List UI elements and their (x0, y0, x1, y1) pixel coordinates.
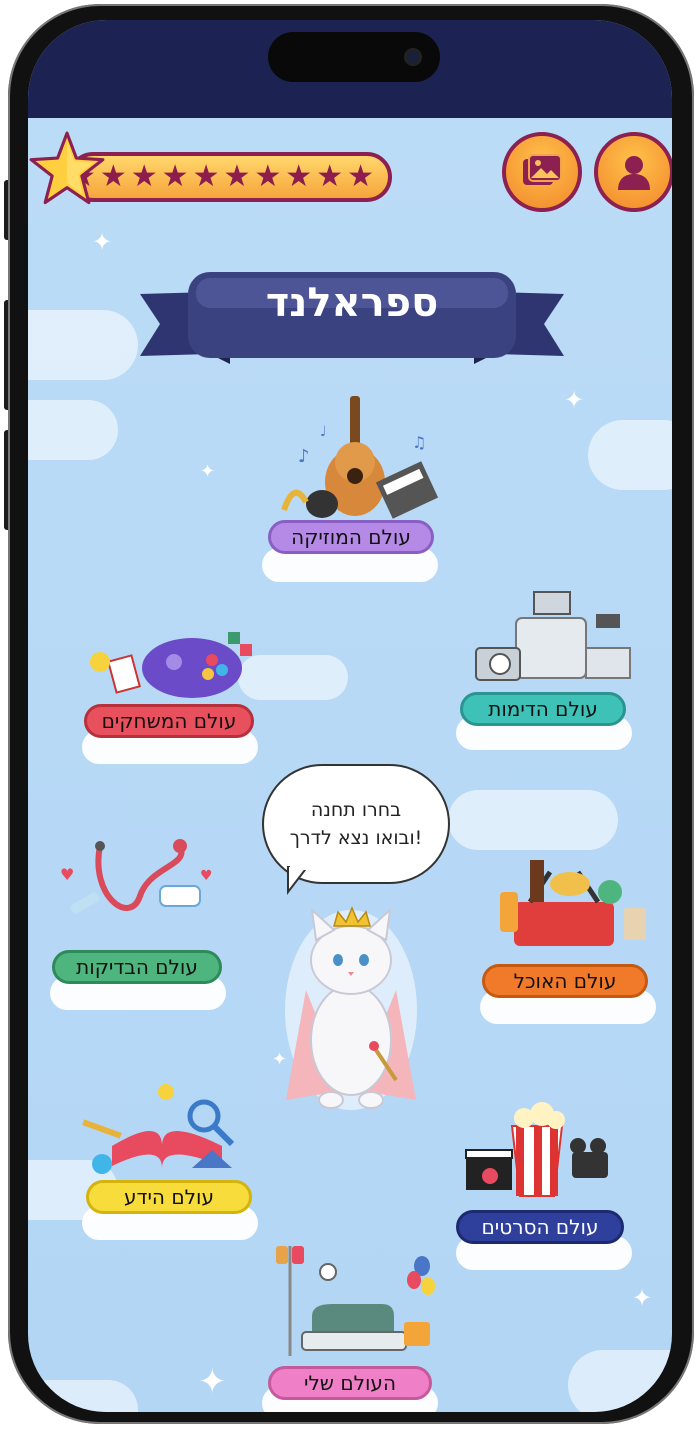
app-screen: ✦ ✦ ✦ ✦ ✦ ✦ ★★★★★★★★★★ (28, 20, 672, 1412)
front-camera-icon (404, 48, 422, 66)
station-imaging[interactable]: עולם הדימות (456, 588, 636, 758)
station-games[interactable]: עולם המשחקים (82, 612, 262, 782)
imaging-machines-icon (475, 591, 631, 681)
station-music[interactable]: ♪ ♫ ♩ עולם המוזיקה (262, 392, 442, 592)
sparkle-icon: ✦ (564, 386, 585, 414)
station-label-food: עולם האוכל (482, 964, 648, 998)
sparkle-icon: ✦ (200, 461, 216, 482)
stars-progress-bar: ★★★★★★★★★★ (68, 152, 392, 202)
music-instruments-icon: ♪ ♫ ♩ (281, 396, 439, 519)
station-knowledge[interactable]: עולם הידע (82, 1076, 262, 1246)
svg-text:♪: ♪ (298, 446, 310, 467)
speech-line-1: בחרו תחנה (310, 799, 402, 821)
background-cloud (28, 1380, 138, 1412)
sparkle-icon: ✦ (92, 228, 113, 256)
station-movies[interactable]: עולם הסרטים (452, 1096, 632, 1276)
hospital-room-icon (276, 1246, 435, 1356)
station-label-knowledge: עולם הידע (86, 1180, 252, 1214)
progress-star-icon: ★ (285, 159, 313, 194)
progress-star-icon: ★ (192, 159, 220, 194)
profile-button[interactable] (594, 132, 672, 212)
progress-star-icon: ★ (316, 159, 344, 194)
background-cloud (28, 310, 138, 380)
games-items-icon (90, 632, 252, 698)
dynamic-island (268, 32, 440, 82)
progress-star-icon: ★ (347, 159, 374, 194)
station-label-music: עולם המוזיקה (268, 520, 434, 554)
station-label-games: עולם המשחקים (84, 704, 254, 738)
svg-text:♥: ♥ (60, 865, 74, 884)
progress-star-icon: ★ (161, 159, 189, 194)
background-cloud (568, 1350, 672, 1412)
sparkle-icon: ✦ (198, 1362, 227, 1402)
medical-tests-icon: ♥ ♥ (60, 839, 213, 914)
user-profile-icon (618, 156, 650, 190)
page-title: ספראלנד (265, 280, 439, 326)
station-mine[interactable]: העולם שלי (262, 1236, 442, 1412)
station-label-imaging: עולם הדימות (460, 692, 626, 726)
background-cloud (588, 420, 672, 490)
speech-line-2: ובואו נצא לדרך! (289, 827, 423, 849)
movies-items-icon (465, 1102, 608, 1197)
station-food[interactable]: עולם האוכל (480, 852, 660, 1032)
knowledge-items-icon (82, 1084, 235, 1174)
station-label-movies: עולם הסרטים (456, 1210, 624, 1244)
background-cloud (28, 400, 118, 460)
speech-bubble-tail (287, 866, 310, 895)
food-basket-icon (500, 860, 646, 946)
svg-text:♥: ♥ (200, 868, 213, 884)
station-label-mine: העולם שלי (268, 1366, 432, 1400)
station-tests[interactable]: ♥ ♥ עולם הבדיקות (50, 836, 230, 1016)
progress-star-icon: ★ (130, 159, 158, 194)
progress-star-icon: ★ (223, 159, 251, 194)
stars-row: ★★★★★★★★★★ (69, 162, 374, 192)
progress-star-icon: ★ (254, 159, 282, 194)
svg-text:♩: ♩ (320, 424, 327, 440)
gallery-button[interactable] (502, 132, 582, 212)
station-label-tests: עולם הבדיקות (52, 950, 222, 984)
sparkle-icon: ✦ (632, 1284, 653, 1312)
background-cloud (448, 790, 618, 850)
star-badge-icon (29, 131, 105, 205)
status-bar (28, 20, 672, 118)
cat-king-mascot (285, 906, 417, 1110)
image-gallery-icon (523, 154, 562, 185)
svg-text:♫: ♫ (412, 433, 426, 452)
